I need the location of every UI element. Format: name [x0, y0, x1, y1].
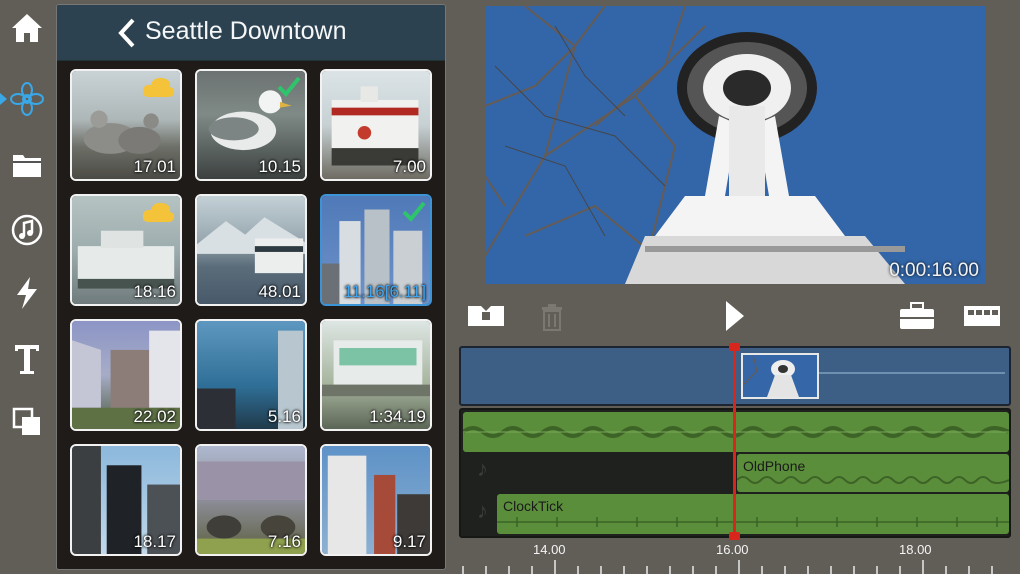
music-note-icon — [11, 214, 43, 246]
media-thumbnail[interactable]: 5.16 — [195, 319, 307, 431]
media-thumbnail[interactable]: 7.16 — [195, 444, 307, 556]
media-thumbnail[interactable]: 9.17 — [320, 444, 432, 556]
folder-button[interactable] — [8, 146, 46, 184]
left-toolbar — [0, 0, 52, 574]
music-note-icon: ♪ — [477, 456, 488, 481]
text-button[interactable] — [8, 340, 46, 378]
browser-header: Seattle Downtown — [57, 5, 445, 61]
audio-clip-oldphone[interactable]: OldPhone — [737, 454, 1009, 492]
ruler-label: 16.00 — [716, 542, 749, 557]
timeline-view-button[interactable] — [962, 302, 1002, 330]
media-flower-icon — [10, 82, 44, 116]
selected-tool-marker — [0, 93, 7, 105]
audio-clip-label: ClockTick — [503, 498, 564, 514]
space-needle-frame — [485, 6, 985, 284]
clip-duration: 17.01 — [133, 157, 176, 176]
clip-duration: 5.16 — [267, 407, 301, 426]
home-button[interactable] — [8, 9, 46, 47]
clip-duration: 10.15 — [258, 157, 301, 176]
clip-duration: 1:34.19 — [369, 407, 426, 426]
split-clip-button[interactable] — [466, 302, 506, 330]
play-button[interactable] — [720, 298, 750, 334]
ruler-label: 18.00 — [899, 542, 932, 557]
trash-icon — [542, 304, 562, 331]
audio-waveform — [461, 426, 1009, 438]
text-icon — [15, 345, 39, 374]
media-thumbnail[interactable]: 17.01 — [70, 69, 182, 181]
media-thumbnail[interactable]: 10.15 — [195, 69, 307, 181]
media-thumbnail[interactable]: 22.02 — [70, 319, 182, 431]
clip-duration: 18.17 — [133, 532, 176, 551]
filmstrip-icon — [964, 306, 1000, 326]
media-thumbnail[interactable]: 7.00 — [320, 69, 432, 181]
play-icon — [726, 301, 744, 331]
cloud-icon — [142, 202, 175, 222]
chevron-left-icon — [118, 18, 135, 48]
check-icon — [402, 201, 426, 222]
delete-button[interactable] — [538, 302, 566, 332]
timeline-video-clip[interactable] — [741, 353, 819, 399]
clip-duration: 11.16[6.11] — [343, 282, 426, 301]
audio-clip-main[interactable] — [461, 412, 1009, 452]
audio-waveform — [737, 476, 1009, 484]
media-thumbnail-selected[interactable]: 11.16[6.11] — [320, 194, 432, 306]
clip-duration: 7.00 — [392, 157, 426, 176]
toolbox-icon — [900, 302, 934, 329]
album-title: Seattle Downtown — [145, 17, 347, 45]
playhead[interactable] — [733, 346, 736, 538]
clip-duration: 48.01 — [258, 282, 301, 301]
playhead-handle-bottom[interactable] — [729, 532, 740, 540]
cloud-icon — [142, 77, 175, 97]
clip-duration: 9.17 — [392, 532, 426, 551]
video-editor: Seattle Downtown 17.01 10.15 7.00 18.16 — [0, 0, 1020, 574]
media-thumbnail[interactable]: 18.16 — [70, 194, 182, 306]
clip-duration: 18.16 — [133, 282, 176, 301]
media-browser: Seattle Downtown 17.01 10.15 7.00 18.16 — [56, 4, 446, 570]
ruler-ticks — [462, 560, 993, 574]
overlay-icon — [12, 407, 40, 435]
folder-icon — [13, 155, 41, 177]
split-clip-icon — [468, 304, 504, 326]
video-clip-extension — [819, 372, 1005, 374]
music-button[interactable] — [8, 211, 46, 249]
audio-clip-clocktick[interactable]: ClockTick — [497, 494, 1009, 534]
home-icon — [12, 14, 42, 42]
media-thumbnail[interactable]: 48.01 — [195, 194, 307, 306]
effects-button[interactable] — [8, 274, 46, 312]
preview-timecode: 0:00:16.00 — [889, 260, 979, 281]
timeline-ruler[interactable]: 14.00 16.00 18.00 — [459, 540, 1011, 574]
overlay-button[interactable] — [8, 403, 46, 441]
clip-duration: 7.16 — [267, 532, 301, 551]
toolbox-button[interactable] — [898, 300, 936, 332]
music-note-icon: ♪ — [477, 498, 488, 523]
clip-duration: 22.02 — [133, 407, 176, 426]
back-button[interactable] — [113, 15, 141, 51]
media-thumbnail[interactable]: 18.17 — [70, 444, 182, 556]
ruler-label: 14.00 — [533, 542, 566, 557]
check-icon — [277, 76, 301, 97]
clip-thumbnail — [743, 355, 799, 397]
audio-waveform — [497, 517, 1009, 527]
media-thumbnail[interactable]: 1:34.19 — [320, 319, 432, 431]
media-button[interactable] — [8, 80, 46, 118]
playhead-handle-top[interactable] — [729, 343, 740, 351]
lightning-icon — [17, 277, 37, 309]
video-preview[interactable]: 0:00:16.00 — [485, 6, 985, 284]
